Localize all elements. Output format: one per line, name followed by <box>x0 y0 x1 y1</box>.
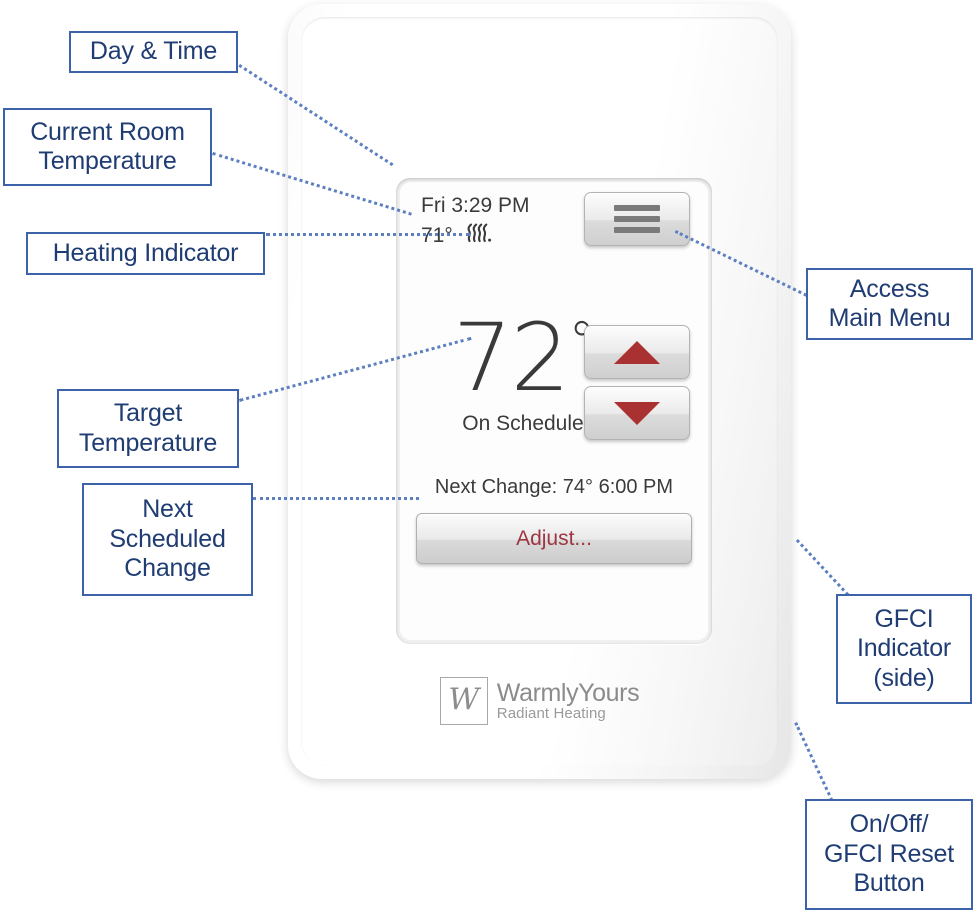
leader-heating <box>266 233 470 236</box>
callout-next-scheduled-change: Next Scheduled Change <box>82 483 253 596</box>
brand-logo: W WarmlyYours Radiant Heating <box>301 677 778 725</box>
target-temperature-value: 72 <box>452 304 571 413</box>
thermostat-faceplate: Fri 3:29 PM 71° 72° On Schedule Next Cha… <box>301 17 778 766</box>
callout-current-room-temperature: Current Room Temperature <box>3 108 212 186</box>
callout-gfci-indicator-label: GFCI Indicator (side) <box>856 604 952 692</box>
day-time-display: Fri 3:29 PM <box>421 194 530 217</box>
callout-gfci-indicator: GFCI Indicator (side) <box>836 594 972 704</box>
callout-onoff-gfci-reset-button-label: On/Off/ GFCI Reset Button <box>824 810 954 898</box>
adjust-button-label: Adjust... <box>516 526 592 550</box>
heat-waves-icon <box>466 223 492 249</box>
thermostat-device: Fri 3:29 PM 71° 72° On Schedule Next Cha… <box>288 4 791 779</box>
callout-access-main-menu-label: Access Main Menu <box>828 274 951 333</box>
hamburger-menu-icon-bar <box>614 216 660 222</box>
leader-onoff-reset <box>794 722 838 812</box>
callout-next-scheduled-change-label: Next Scheduled Change <box>109 495 226 583</box>
monogram-letter: W <box>448 682 480 718</box>
brand-tagline: Radiant Heating <box>496 705 606 723</box>
next-change-text: Next Change: 74° 6:00 PM <box>434 476 674 498</box>
adjust-button[interactable]: Adjust... <box>416 513 692 564</box>
callout-heating-indicator: Heating Indicator <box>26 232 265 275</box>
main-menu-button[interactable] <box>584 192 690 246</box>
temperature-down-button[interactable] <box>584 386 690 440</box>
callout-current-room-temperature-label: Current Room Temperature <box>30 117 185 176</box>
hamburger-menu-icon-bar <box>614 227 660 233</box>
leader-next-change <box>253 497 419 500</box>
callout-day-time-label: Day & Time <box>89 37 218 66</box>
triangle-down-icon <box>614 401 660 425</box>
callout-heating-indicator-label: Heating Indicator <box>52 238 239 267</box>
brand-name: WarmlyYours <box>496 678 640 707</box>
hamburger-menu-icon-bar <box>614 205 660 211</box>
temperature-up-button[interactable] <box>584 325 690 379</box>
room-temperature-value: 71° <box>421 224 453 247</box>
lcd-screen[interactable]: Fri 3:29 PM 71° 72° On Schedule Next Cha… <box>400 182 708 640</box>
triangle-up-icon <box>614 340 660 364</box>
callout-target-temperature: Target Temperature <box>57 389 239 468</box>
room-temperature-display: 71° <box>421 223 492 249</box>
callout-onoff-gfci-reset-button: On/Off/ GFCI Reset Button <box>805 799 973 910</box>
warmlyyours-monogram-icon: W <box>439 677 488 725</box>
callout-target-temperature-label: Target Temperature <box>78 399 218 457</box>
brand-logo-text: WarmlyYours Radiant Heating <box>496 678 640 723</box>
callout-day-time: Day & Time <box>69 31 238 73</box>
callout-access-main-menu: Access Main Menu <box>806 268 973 340</box>
lcd-screen-bezel: Fri 3:29 PM 71° 72° On Schedule Next Cha… <box>396 178 712 644</box>
